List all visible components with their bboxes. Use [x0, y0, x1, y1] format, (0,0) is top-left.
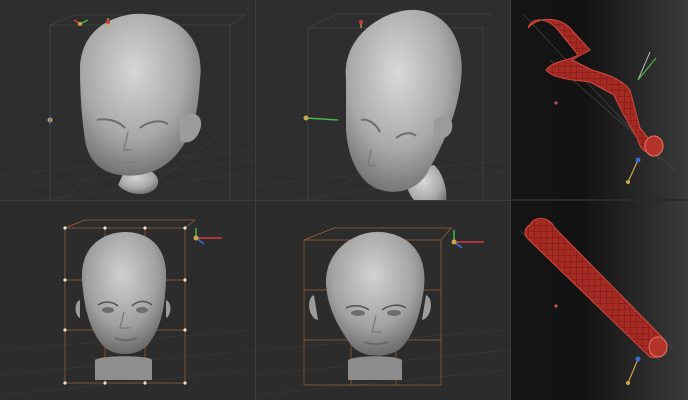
stylized-head-mesh[interactable]	[80, 13, 202, 195]
transform-gizmo-icon[interactable]	[451, 230, 485, 249]
transform-gizmo-icon[interactable]	[626, 356, 641, 386]
viewport-realistic-head-deformed[interactable]	[256, 200, 510, 400]
tube-wireframe-mesh[interactable]	[524, 218, 668, 359]
pivot-point-icon[interactable]	[554, 101, 558, 105]
realistic-head-mesh[interactable]	[75, 232, 171, 380]
panel-divider	[510, 0, 511, 400]
viewport-tube-straight[interactable]	[510, 201, 688, 400]
realistic-head-mesh[interactable]	[309, 231, 431, 380]
tube-wireframe-mesh[interactable]	[527, 18, 664, 157]
viewport-realistic-head-cage[interactable]	[0, 200, 255, 400]
pivot-gizmo-icon[interactable]	[47, 117, 53, 124]
stylized-head-mesh[interactable]	[345, 9, 462, 200]
panel-divider	[510, 199, 688, 200]
viewport-grid	[0, 0, 688, 400]
pivot-point-icon[interactable]	[554, 304, 558, 308]
viewport-tube-bent[interactable]	[510, 0, 688, 199]
transform-gizmo-icon[interactable]	[193, 228, 223, 245]
viewport-stylized-head-deformed[interactable]	[256, 0, 510, 200]
viewport-stylized-head[interactable]	[0, 0, 255, 200]
panel-divider	[0, 200, 510, 201]
